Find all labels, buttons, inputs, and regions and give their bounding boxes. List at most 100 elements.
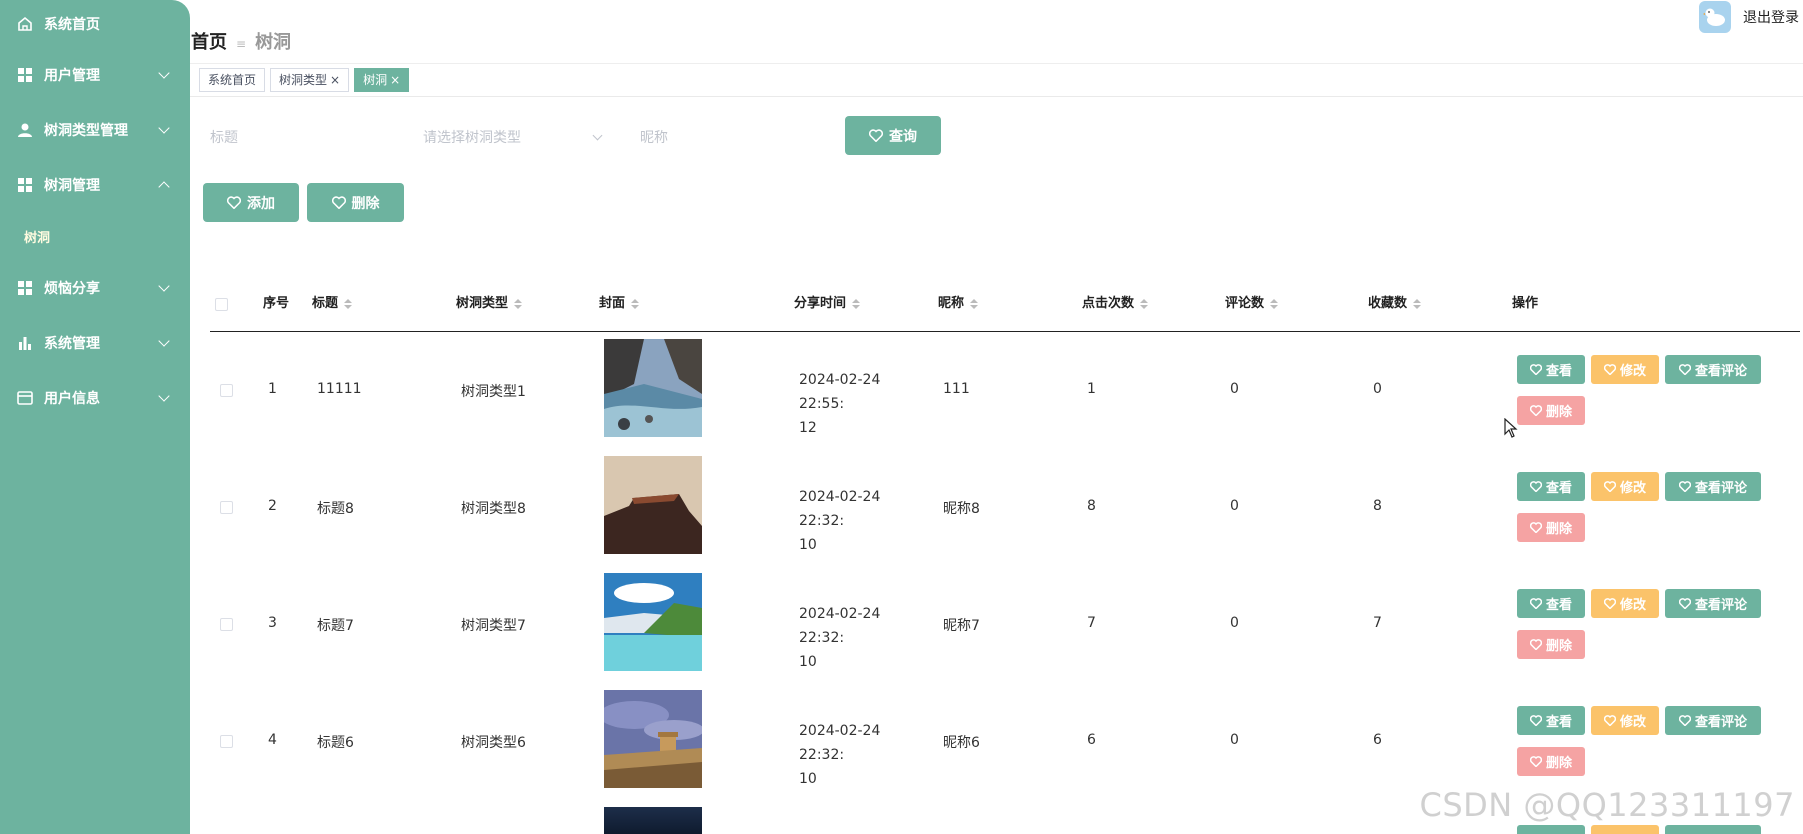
sidebar-item-home[interactable]: 系统首页 [0,0,190,47]
tab-label: 树洞类型 [279,73,328,87]
sort-icon[interactable] [1140,299,1149,309]
row-checkbox[interactable] [220,384,233,397]
sort-icon[interactable] [852,299,861,309]
tab-system-home[interactable]: 系统首页 [199,68,266,92]
sidebar-item-system-management[interactable]: 系统管理 [0,315,190,370]
sidebar-item-treehole-management[interactable]: 树洞管理 [0,157,190,212]
nickname-search-input[interactable] [640,123,830,153]
sort-icon[interactable] [1413,299,1422,309]
col-header-type[interactable]: 树洞类型 [456,294,523,314]
avatar[interactable] [1699,1,1731,33]
row-checkbox[interactable] [220,618,233,631]
sidebar-subitem-treehole[interactable]: 树洞 [0,212,190,260]
sidebar-item-treehole-type-management[interactable]: 树洞类型管理 [0,102,190,157]
col-header-comments[interactable]: 评论数 [1225,294,1279,314]
row-checkbox[interactable] [220,735,233,748]
heart-icon [227,196,241,209]
tab-treehole[interactable]: 树洞 × [354,68,410,92]
grid-icon [16,176,34,194]
sidebar-item-user-management[interactable]: 用户管理 [0,47,190,102]
heart-icon [1529,639,1542,650]
button-label: 查看 [1545,481,1572,496]
time-date: 2024-02-24 22:32: [799,489,881,529]
edit-button[interactable]: 修改 [1591,589,1659,618]
chevron-down-icon [592,130,603,141]
close-icon[interactable]: × [390,69,400,91]
sort-icon[interactable] [514,299,523,309]
row-checkbox[interactable] [220,501,233,514]
view-comments-button[interactable]: 查看评论 [1665,355,1761,384]
sort-icon[interactable] [1270,299,1279,309]
title-search-input[interactable] [210,123,400,153]
view-comments-button[interactable]: 查看评论 [1665,706,1761,735]
button-label: 删除 [1545,639,1572,654]
chevron-down-icon [158,280,170,292]
col-header-nickname[interactable]: 昵称 [938,294,979,314]
col-header-actions: 操作 [1512,296,1539,311]
col-header-favorites[interactable]: 收藏数 [1368,294,1422,314]
delete-button[interactable]: 删除 [1517,396,1585,425]
home-icon [16,15,34,33]
edit-button[interactable]: 修改 [1591,472,1659,501]
cell-clicks: 1 [1087,381,1096,397]
sort-icon[interactable] [344,299,353,309]
breadcrumb-home[interactable]: 首页 [191,28,227,54]
heart-icon [1678,598,1691,609]
col-header-cover[interactable]: 封面 [599,294,640,314]
delete-button[interactable]: 删除 [1517,747,1585,776]
delete-button[interactable]: 删除 [1517,513,1585,542]
view-comments-button[interactable]: 查看评论 [1665,472,1761,501]
sidebar-item-worry-sharing[interactable]: 烦恼分享 [0,260,190,315]
heart-icon [1529,522,1542,533]
cell-title: 11111 [317,381,362,397]
cell-comments: 0 [1230,615,1239,631]
button-label: 修改 [1619,481,1646,496]
heart-icon [1603,598,1616,609]
view-button[interactable]: 查看 [1517,472,1585,501]
chevron-down-icon [158,67,170,79]
heart-icon [1603,364,1616,375]
select-all-checkbox[interactable] [215,298,228,311]
sidebar-item-label: 烦恼分享 [44,280,100,297]
logout-button[interactable]: 退出登录 [1743,7,1799,27]
heart-icon [1678,715,1691,726]
view-comments-button[interactable]: 查看评论 [1665,589,1761,618]
cell-comments: 0 [1230,498,1239,514]
time-seconds: 10 [799,654,817,670]
add-button[interactable]: 添加 [203,183,299,222]
col-header-share-time[interactable]: 分享时间 [794,294,861,314]
table-row: 2 标题8 树洞类型8 2024-02-24 22:32: 10 昵称8 8 0 … [210,456,1800,574]
sort-icon[interactable] [970,299,979,309]
header-label: 封面 [599,296,626,311]
header-label: 昵称 [938,296,965,311]
time-seconds: 10 [799,771,817,787]
sidebar-item-user-info[interactable]: 用户信息 [0,370,190,425]
col-header-title[interactable]: 标题 [312,294,353,314]
cell-index: 3 [268,615,277,631]
tab-treehole-type[interactable]: 树洞类型 × [270,68,350,92]
col-header-clicks[interactable]: 点击次数 [1082,294,1149,314]
treehole-type-select[interactable]: 请选择树洞类型 [423,123,613,153]
sort-icon[interactable] [631,299,640,309]
view-button[interactable]: 查看 [1517,706,1585,735]
close-icon[interactable]: × [330,69,340,91]
delete-button[interactable]: 删除 [1517,630,1585,659]
button-label: 查看 [1545,598,1572,613]
edit-button[interactable]: 修改 [1591,355,1659,384]
col-header-index: 序号 [263,296,290,311]
cell-title: 标题8 [317,501,354,517]
button-label: 修改 [1619,364,1646,379]
card-icon [16,389,34,407]
button-label: 查询 [889,128,917,145]
header-label: 分享时间 [794,296,847,311]
view-button[interactable]: 查看 [1517,589,1585,618]
cell-favorites: 7 [1373,615,1382,631]
button-label: 查看评论 [1694,598,1747,613]
view-button[interactable]: 查看 [1517,355,1585,384]
tab-label: 系统首页 [208,73,257,87]
bulk-delete-button[interactable]: 删除 [307,183,404,222]
edit-button[interactable]: 修改 [1591,706,1659,735]
sidebar-item-label: 树洞类型管理 [44,122,128,139]
bar-chart-icon [16,334,34,352]
query-button[interactable]: 查询 [845,116,941,155]
